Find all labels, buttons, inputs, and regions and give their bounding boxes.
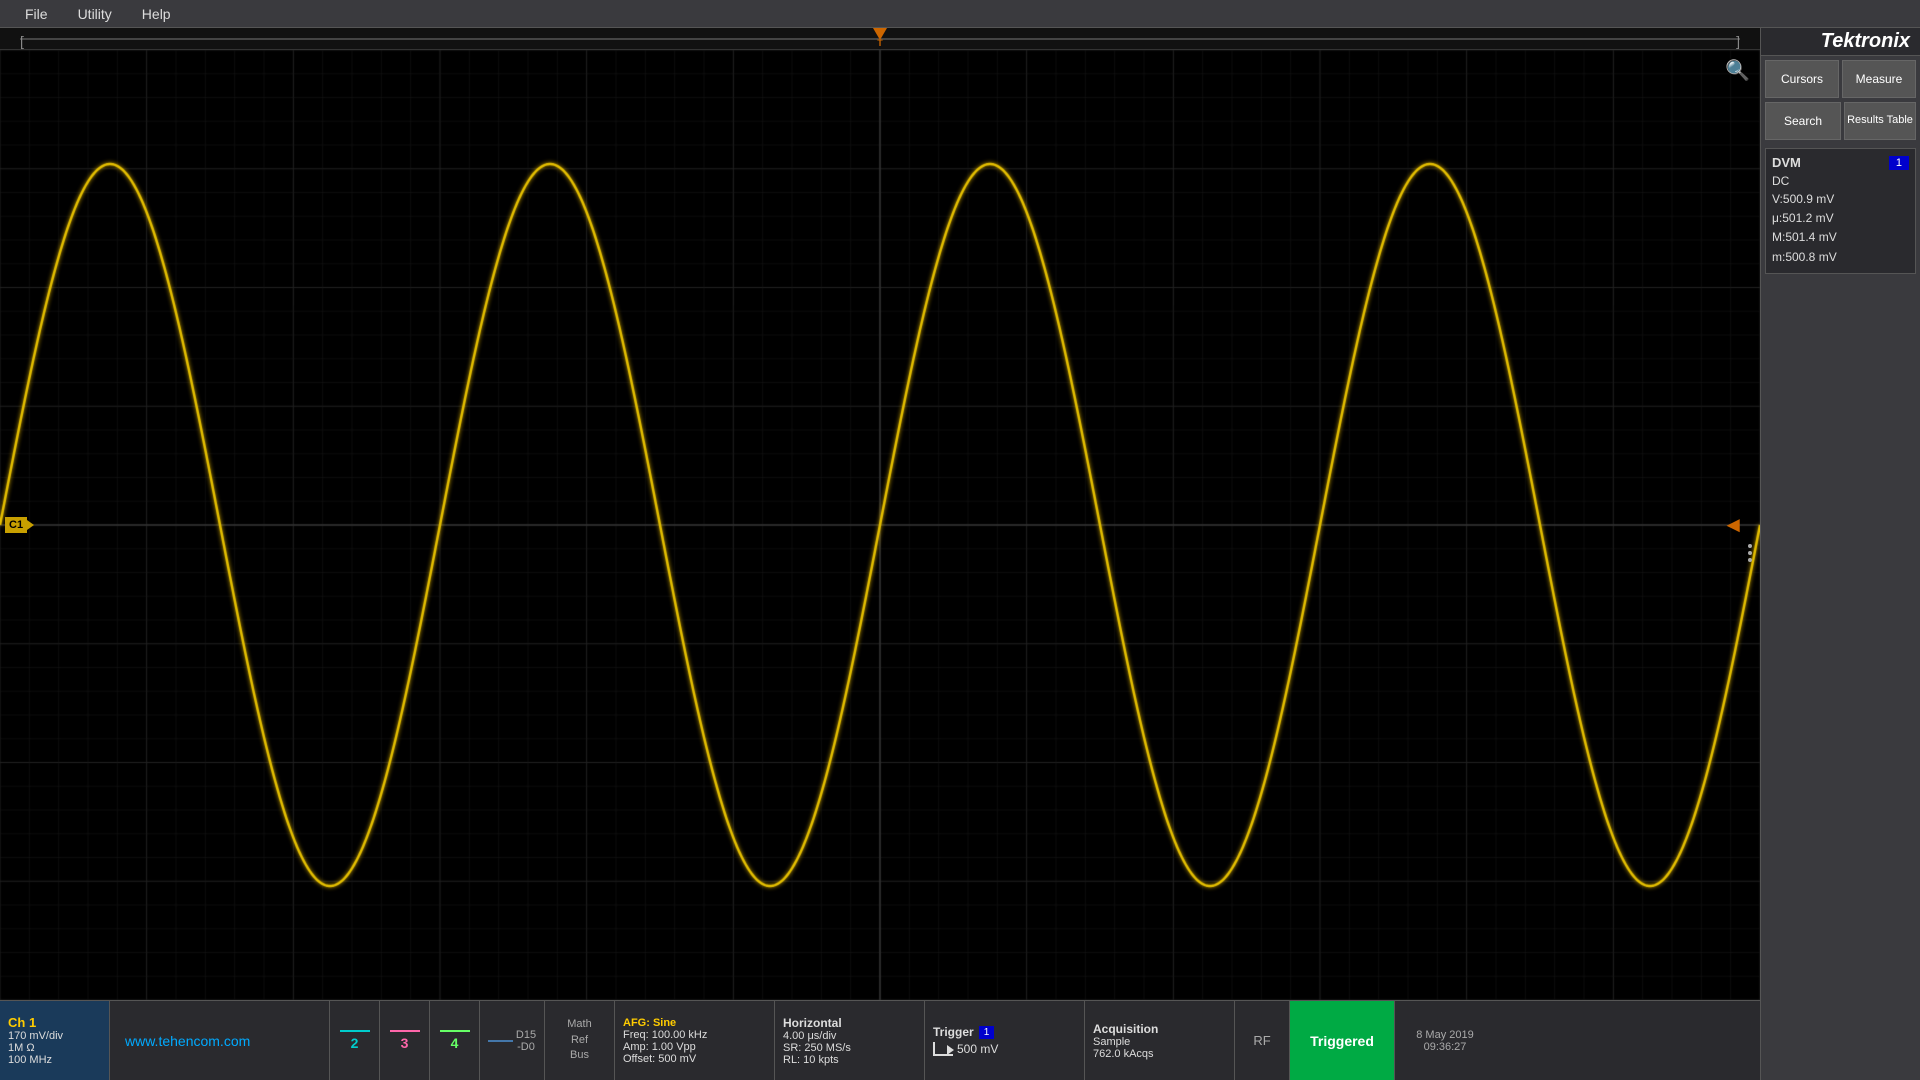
measure-button[interactable]: Measure	[1842, 60, 1916, 98]
triggered-button[interactable]: Triggered	[1290, 1001, 1395, 1080]
d15-indicator[interactable]: D15-D0	[480, 1001, 545, 1080]
trigger-position-bar: [ ] T	[0, 28, 1760, 50]
cursors-button[interactable]: Cursors	[1765, 60, 1839, 98]
afg-amp: Amp: 1.00 Vpp	[623, 1041, 766, 1053]
menu-utility[interactable]: Utility	[63, 6, 127, 22]
rf-label: RF	[1253, 1033, 1270, 1048]
trigger-channel-badge: 1	[979, 1026, 995, 1039]
afg-freq: Freq: 100.00 kHz	[623, 1029, 766, 1041]
horizontal-label: Horizontal	[783, 1016, 916, 1030]
trigger-level-arrow[interactable]: ◄	[1722, 512, 1744, 538]
afg-offset: Offset: 500 mV	[623, 1053, 766, 1065]
horizontal-sample-rate: SR: 250 MS/s	[783, 1042, 916, 1054]
math-ref-bus-label: MathRefBus	[567, 1017, 591, 1063]
tektronix-logo: Tektronix	[1761, 28, 1920, 56]
horizontal-status[interactable]: Horizontal 4.00 μs/div SR: 250 MS/s RL: …	[775, 1001, 925, 1080]
ch4-indicator[interactable]: 4	[430, 1001, 480, 1080]
ch3-indicator[interactable]: 3	[380, 1001, 430, 1080]
horizontal-record-length: RL: 10 kpts	[783, 1054, 916, 1066]
website-url: www.tehencom.com	[125, 1033, 250, 1049]
acquisition-status[interactable]: Acquisition Sample 762.0 kAcqs	[1085, 1001, 1235, 1080]
date-display: 8 May 2019	[1416, 1029, 1473, 1041]
dvm-mode: DC	[1772, 174, 1909, 188]
acquisition-mode: Sample	[1093, 1036, 1226, 1048]
dvm-mu-value: μ:501.2 mV	[1772, 209, 1909, 228]
menu-help[interactable]: Help	[127, 6, 186, 22]
ch4-label: 4	[451, 1035, 459, 1051]
ch2-indicator[interactable]: 2	[330, 1001, 380, 1080]
afg-status[interactable]: AFG: Sine Freq: 100.00 kHz Amp: 1.00 Vpp…	[615, 1001, 775, 1080]
ch3-label: 3	[401, 1035, 409, 1051]
waveform-display: C1 ◄ 🔍	[0, 50, 1760, 1000]
brand-text: Tektronix	[1821, 30, 1910, 53]
search-button[interactable]: Search	[1765, 102, 1841, 140]
trigger-label: Trigger	[933, 1025, 974, 1039]
right-panel: Tektronix Cursors Measure Search Results…	[1760, 28, 1920, 1080]
ch1-status[interactable]: Ch 1 170 mV/div 1M Ω 100 MHz	[0, 1001, 110, 1080]
menu-file[interactable]: File	[10, 6, 63, 22]
acquisition-count: 762.0 kAcqs	[1093, 1048, 1226, 1060]
horizontal-time-div: 4.00 μs/div	[783, 1030, 916, 1042]
dvm-m-value: M:501.4 mV	[1772, 228, 1909, 247]
dvm-min-value: m:500.8 mV	[1772, 248, 1909, 267]
ch1-label-text: Ch 1	[8, 1015, 101, 1030]
rf-status[interactable]: RF	[1235, 1001, 1290, 1080]
dvm-panel[interactable]: DVM 1 DC V:500.9 mV μ:501.2 mV M:501.4 m…	[1765, 148, 1916, 274]
trigger-status[interactable]: Trigger 1 500 mV	[925, 1001, 1085, 1080]
waveform-canvas	[0, 50, 1760, 1000]
trigger-level: 500 mV	[957, 1042, 998, 1056]
acquisition-label: Acquisition	[1093, 1022, 1226, 1036]
menu-bar: File Utility Help	[0, 0, 1920, 28]
math-ref-bus[interactable]: MathRefBus	[545, 1001, 615, 1080]
dvm-title: DVM	[1772, 155, 1801, 170]
ch1-volts-div: 170 mV/div	[8, 1030, 101, 1042]
dvm-channel-badge: 1	[1889, 156, 1909, 170]
ch1-bandwidth: 100 MHz	[8, 1054, 101, 1066]
results-table-button[interactable]: Results Table	[1844, 102, 1916, 140]
time-display: 09:36:27	[1424, 1041, 1467, 1053]
ch2-label: 2	[351, 1035, 359, 1051]
afg-label: AFG: Sine	[623, 1017, 766, 1029]
dvm-v-value: V:500.9 mV	[1772, 190, 1909, 209]
d15-label: D15-D0	[516, 1029, 536, 1053]
website-link: www.tehencom.com	[110, 1001, 330, 1080]
status-bar: Ch 1 170 mV/div 1M Ω 100 MHz www.tehenco…	[0, 1000, 1760, 1080]
scope-options-dots[interactable]	[1748, 544, 1752, 562]
datetime-display: 8 May 2019 09:36:27	[1395, 1001, 1495, 1080]
scope-area: [ ] T C1 ◄	[0, 28, 1760, 1080]
ch1-label[interactable]: C1	[5, 517, 34, 533]
ch1-impedance: 1M Ω	[8, 1042, 101, 1054]
trigger-position-marker[interactable]: T	[873, 28, 887, 48]
magnify-icon[interactable]: 🔍	[1725, 58, 1750, 83]
